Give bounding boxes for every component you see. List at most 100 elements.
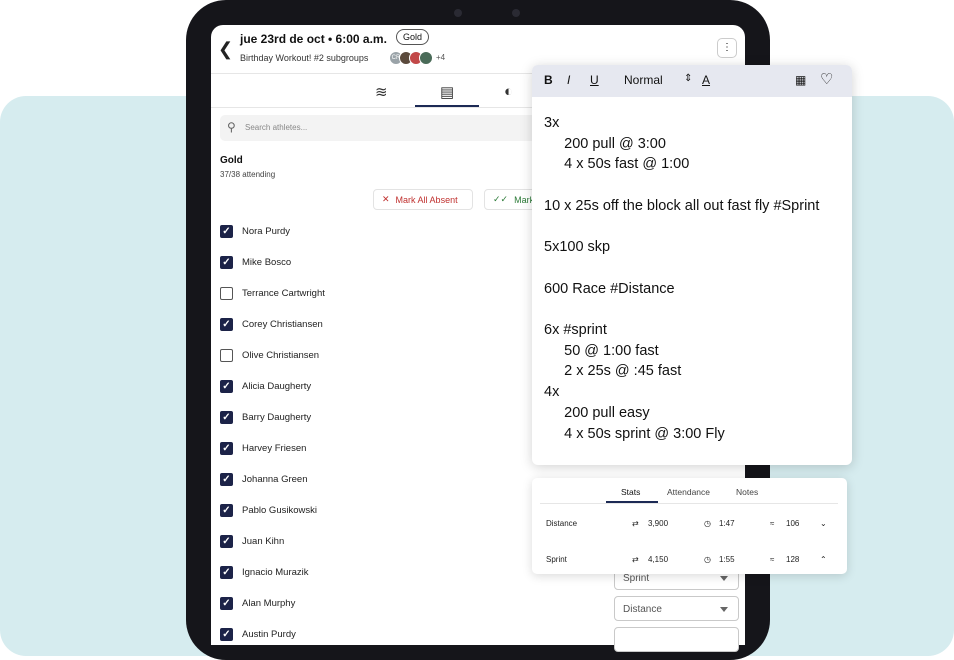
athlete-row[interactable]: ✓ Pablo Gusikowski — [220, 500, 317, 520]
clock-icon: ◷ — [704, 555, 711, 564]
athlete-row[interactable]: ✓ Corey Christiansen — [220, 314, 323, 334]
chevron-down-icon — [720, 576, 728, 581]
calendar-icon[interactable]: ▦ — [795, 73, 806, 87]
athlete-row[interactable]: ✓ Mike Bosco — [220, 252, 291, 272]
active-tab-indicator — [415, 105, 479, 107]
avatar-more-count: +4 — [436, 53, 446, 62]
close-icon: ✕ — [382, 194, 390, 204]
stats-panel: Stats Attendance Notes Distance ⇄ 3,900 … — [532, 478, 847, 574]
chevron-up-icon[interactable]: ⌃ — [820, 555, 827, 564]
chevron-down-icon[interactable]: ⌄ — [820, 519, 827, 528]
group-attendance: 37/38 attending — [220, 170, 276, 179]
attendance-checkbox[interactable]: ✓ — [220, 441, 233, 455]
stats-row[interactable]: Distance ⇄ 3,900 ◷ 1:47 ≈ 106 ⌄ — [532, 516, 847, 532]
athlete-row[interactable]: ✓ Ignacio Murazik — [220, 562, 309, 582]
attendance-checkbox[interactable]: ✓ — [220, 379, 233, 393]
attendance-checkbox[interactable]: ✓ — [220, 472, 233, 486]
workout-subtitle: Birthday Workout! #2 subgroups — [240, 53, 369, 63]
athlete-row[interactable]: ✓ Harvey Friesen — [220, 438, 306, 458]
chevron-down-icon — [720, 607, 728, 612]
athlete-row[interactable]: ✓ Alan Murphy — [220, 593, 295, 613]
stats-row-label: Distance — [546, 519, 578, 528]
athlete-name: Terrance Cartwright — [242, 287, 325, 299]
signal-icon: ≈ — [770, 555, 775, 564]
attendance-checkbox[interactable]: ✓ — [220, 534, 233, 548]
more-menu-icon[interactable]: ⋮ — [717, 38, 737, 58]
group-badge: Gold — [396, 29, 430, 45]
stats-signal: 106 — [786, 519, 800, 528]
search-placeholder: Search athletes... — [245, 123, 308, 132]
camera-dot — [454, 9, 462, 17]
attendance-checkbox[interactable] — [220, 286, 233, 300]
avatar-stack[interactable]: CR +4 — [389, 51, 445, 65]
group-name: Gold — [220, 155, 243, 166]
athlete-row[interactable]: ✓ Alicia Daugherty — [220, 376, 311, 396]
search-icon: ⚲ — [227, 120, 236, 134]
tab-notes[interactable]: Notes — [736, 487, 758, 497]
stats-time: 1:47 — [719, 519, 735, 528]
stats-row[interactable]: Sprint ⇄ 4,150 ◷ 1:55 ≈ 128 ⌃ — [532, 552, 847, 568]
tab-stats[interactable]: Stats — [621, 487, 640, 497]
stats-signal: 128 — [786, 555, 800, 564]
athlete-name: Olive Christiansen — [242, 349, 320, 361]
stats-time: 1:55 — [719, 555, 735, 564]
swim-icon[interactable]: ≋ — [375, 83, 388, 101]
athlete-name: Alicia Daugherty — [242, 380, 312, 392]
athlete-row[interactable]: ✓ Austin Purdy — [220, 624, 296, 644]
athlete-row[interactable]: Olive Christiansen — [220, 345, 319, 365]
clock-icon: ◷ — [704, 519, 711, 528]
stats-pie-icon[interactable]: ◐ — [504, 83, 513, 100]
workout-title: jue 23rd de oct • 6:00 a.m. — [240, 32, 387, 46]
athlete-name: Nora Purdy — [242, 225, 291, 237]
attendance-checkbox[interactable]: ✓ — [220, 503, 233, 517]
athlete-name: Harvey Friesen — [242, 442, 307, 454]
attendance-checkbox[interactable]: ✓ — [220, 596, 233, 610]
subgroup-select[interactable] — [614, 627, 739, 652]
text-style-select[interactable]: Normal — [624, 73, 663, 87]
mark-all-absent-button[interactable]: ✕ Mark All Absent — [373, 189, 473, 210]
search-input[interactable]: ⚲ Search athletes... — [220, 115, 550, 141]
double-check-icon: ✓✓ — [493, 194, 509, 204]
athlete-name: Barry Daugherty — [242, 411, 312, 423]
attendance-checkbox[interactable] — [220, 348, 233, 362]
editor-content[interactable]: 3x 200 pull @ 3:00 4 x 50s fast @ 1:00 1… — [532, 97, 852, 460]
athlete-name: Pablo Gusikowski — [242, 504, 317, 516]
avatar — [419, 51, 433, 65]
athlete-name: Mike Bosco — [242, 256, 292, 268]
divider — [540, 503, 838, 504]
athlete-name: Corey Christiansen — [242, 318, 323, 330]
distance-icon: ⇄ — [632, 519, 639, 528]
athlete-name: Austin Purdy — [242, 628, 296, 640]
subgroup-select[interactable]: Distance — [614, 596, 739, 621]
bold-button[interactable]: B — [544, 73, 553, 87]
attendance-checkbox[interactable]: ✓ — [220, 410, 233, 424]
subgroup-select-value: Distance — [623, 604, 662, 615]
attendance-checkbox[interactable]: ✓ — [220, 317, 233, 331]
text-color-icon[interactable]: A — [702, 73, 710, 87]
underline-button[interactable]: U — [590, 73, 599, 87]
attendance-icon[interactable]: ▤ — [440, 83, 454, 101]
tab-attendance[interactable]: Attendance — [667, 487, 710, 497]
stats-row-label: Sprint — [546, 555, 567, 564]
athlete-row[interactable]: ✓ Nora Purdy — [220, 221, 290, 241]
athlete-row[interactable]: ✓ Barry Daugherty — [220, 407, 311, 427]
athlete-name: Alan Murphy — [242, 597, 296, 609]
athlete-row[interactable]: ✓ Juan Kihn — [220, 531, 284, 551]
subgroup-select-value: Sprint — [623, 573, 650, 584]
italic-button[interactable]: I — [567, 73, 570, 87]
athlete-row[interactable]: ✓ Johanna Green — [220, 469, 308, 489]
attendance-checkbox[interactable]: ✓ — [220, 255, 233, 269]
select-arrows-icon: ⇕ — [684, 73, 693, 84]
back-icon[interactable]: ❮ — [218, 39, 233, 60]
attendance-checkbox[interactable]: ✓ — [220, 224, 233, 238]
stats-yards: 4,150 — [648, 555, 669, 564]
workout-notes-editor: B I U Normal ⇕ A ▦ ♡ 3x 200 pull @ 3:00 … — [532, 65, 852, 465]
editor-toolbar: B I U Normal ⇕ A ▦ ♡ — [532, 65, 852, 97]
distance-icon: ⇄ — [632, 555, 639, 564]
attendance-checkbox[interactable]: ✓ — [220, 565, 233, 579]
mark-all-absent-label: Mark All Absent — [395, 194, 458, 205]
athlete-name: Ignacio Murazik — [242, 566, 309, 578]
athlete-row[interactable]: Terrance Cartwright — [220, 283, 325, 303]
attendance-checkbox[interactable]: ✓ — [220, 627, 233, 641]
heart-icon[interactable]: ♡ — [820, 70, 833, 88]
